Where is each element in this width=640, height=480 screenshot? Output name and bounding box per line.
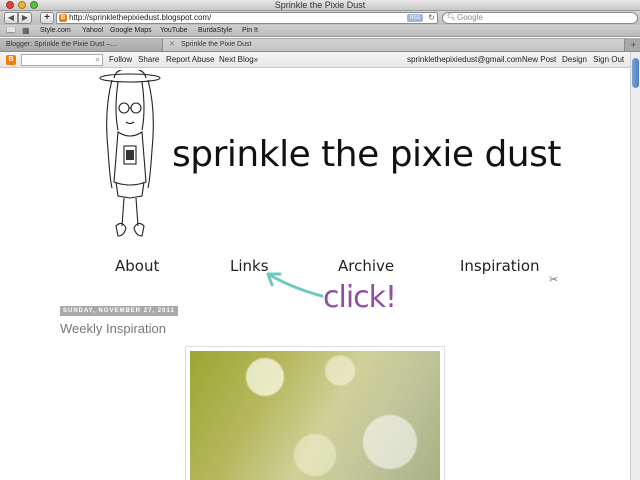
bookmark-youtube[interactable]: YouTube [160,25,188,37]
page-scrollbar[interactable] [630,52,640,480]
search-input[interactable]: 🔍︎ Google [442,12,638,24]
navbar-design-link[interactable]: Design [562,52,587,68]
navbar-share-link[interactable]: Share [138,52,159,68]
reading-list-icon[interactable]: 📖 [6,25,16,37]
address-url[interactable]: http://sprinklethepixiedust.blogspot.com… [69,13,211,23]
forward-button[interactable]: ▶ [18,12,32,24]
address-bar[interactable]: B http://sprinklethepixiedust.blogspot.c… [56,12,438,24]
navbar-report-abuse-link[interactable]: Report Abuse [166,52,214,68]
navbar-next-blog-link[interactable]: Next Blog» [219,52,258,68]
navbar-new-post-link[interactable]: New Post [522,52,556,68]
search-icon[interactable]: ⌕ [96,55,100,65]
post-title[interactable]: Weekly Inspiration [60,321,166,336]
tab-blogger[interactable]: Blogger: Sprinkle the Pixie Dust –… [0,39,163,51]
window-title: Sprinkle the Pixie Dust [274,0,366,10]
new-tab-icon[interactable]: + [631,38,636,52]
blog-search-input[interactable]: ⌕ [21,54,103,66]
tab-close-icon[interactable]: ✕ [169,39,175,51]
window-titlebar: Sprinkle the Pixie Dust [0,0,640,11]
menu-inspiration[interactable]: Inspiration [460,256,540,276]
scroll-thumb[interactable] [632,58,639,88]
menu-archive[interactable]: Archive [338,256,394,276]
tab-bar: Blogger: Sprinkle the Pixie Dust –… ✕ Sp… [0,38,640,52]
post-image-frame [185,346,445,480]
add-bookmark-button[interactable]: + [40,12,54,24]
navbar-user-email[interactable]: sprinklethepixiedust@gmail.com [407,52,522,68]
blogger-favicon-icon: B [59,14,67,22]
girl-illustration-icon [99,70,161,237]
menu-about[interactable]: About [115,256,159,276]
blogger-logo-icon[interactable]: B [6,55,16,65]
rss-icon[interactable]: RSS [407,14,423,22]
bookmark-pin-it[interactable]: Pin It [242,25,258,37]
blog-title[interactable]: sprinkle the pixie dust [172,130,561,180]
click-annotation: click! [323,280,397,315]
browser-toolbar: ◀ ▶ + B http://sprinklethepixiedust.blog… [0,11,640,25]
post-date: SUNDAY, NOVEMBER 27, 2011 [60,306,178,316]
arrow-icon [266,272,324,298]
post-image[interactable] [190,351,440,480]
bookmark-stylecom[interactable]: Style.com [40,25,71,37]
bookmark-google-maps[interactable]: Google Maps [110,25,152,37]
search-placeholder: Google [457,13,483,22]
bookmark-burdastyle[interactable]: BurdaStyle [198,25,232,37]
bookmarks-bar: 📖 ▦ Style.com Yahoo! Google Maps YouTube… [0,25,640,37]
scissors-icon: ✂ [549,274,559,286]
bookmark-yahoo[interactable]: Yahoo! [82,25,104,37]
navbar-sign-out-link[interactable]: Sign Out [593,52,624,68]
search-icon: 🔍︎ [447,14,456,21]
tab-sprinkle-active[interactable]: ✕ Sprinkle the Pixie Dust [163,39,625,51]
back-button[interactable]: ◀ [4,12,18,24]
tab-label: Sprinkle the Pixie Dust [181,41,252,48]
navbar-follow-link[interactable]: Follow [109,52,132,68]
top-sites-grid-icon[interactable]: ▦ [22,25,30,37]
reload-icon[interactable]: ↻ [428,13,435,23]
blogger-navbar: B ⌕ Follow Share Report Abuse Next Blog»… [0,52,640,68]
